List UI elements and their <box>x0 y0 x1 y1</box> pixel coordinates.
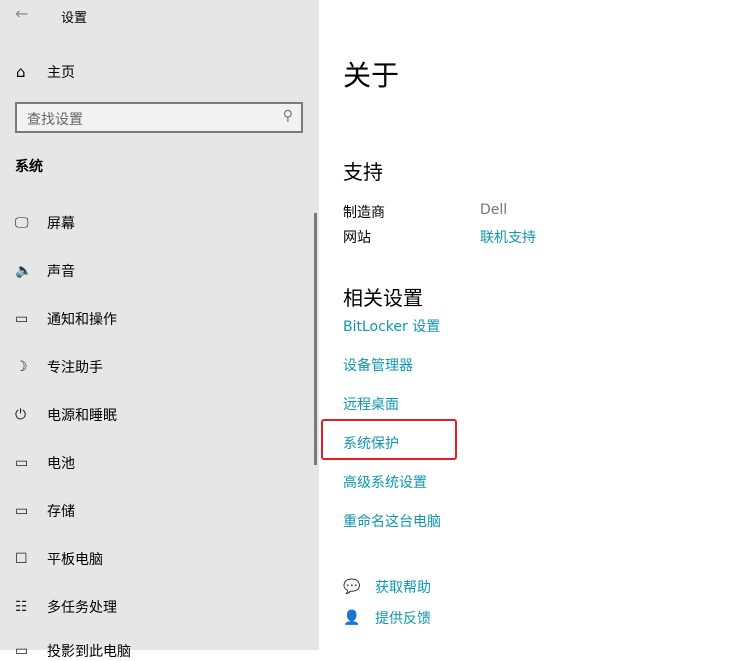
website-link[interactable]: 联机支持 <box>480 227 536 247</box>
power-icon: ⏻ <box>15 407 27 423</box>
search-input[interactable]: 查找设置 ⚲ <box>15 102 303 133</box>
section-heading: 系统 <box>15 159 43 175</box>
sidebar-item-multitasking[interactable]: ☷ 多任务处理 <box>15 597 117 617</box>
tablet-icon: ☐ <box>15 551 28 567</box>
label: 多任务处理 <box>47 600 117 616</box>
app-title: 设置 <box>61 11 88 26</box>
label: 提供反馈 <box>375 611 431 627</box>
display-icon: 🖵 <box>15 215 29 231</box>
sidebar-item-focus[interactable]: ☽ 专注助手 <box>15 357 103 377</box>
notification-icon: ▭ <box>15 311 29 327</box>
sidebar-item-sound[interactable]: 🔈 声音 <box>15 261 75 281</box>
sidebar-item-project[interactable]: ▭ 投影到此电脑 <box>15 641 131 661</box>
sidebar-item-display[interactable]: 🖵 屏幕 <box>15 213 75 233</box>
related-settings-heading: 相关设置 <box>343 286 423 310</box>
sidebar-item-power[interactable]: ⏻ 电源和睡眠 <box>15 405 117 425</box>
multitask-icon: ☷ <box>15 599 28 615</box>
label: 屏幕 <box>47 216 75 232</box>
sidebar-item-battery[interactable]: ▭ 电池 <box>15 453 75 473</box>
label: 存储 <box>47 504 75 520</box>
label: 获取帮助 <box>375 580 431 596</box>
label: 电池 <box>47 456 75 472</box>
sidebar: ← 设置 ⌂ 主页 查找设置 ⚲ 系统 🖵 屏幕 🔈 声音 ▭ 通知和操作 ☽ 专注助手… <box>0 0 319 660</box>
scrollbar[interactable] <box>314 213 317 465</box>
label: 平板电脑 <box>47 552 103 568</box>
get-help-link[interactable]: 💬 获取帮助 <box>343 577 431 597</box>
speaker-icon: 🔈 <box>15 263 33 279</box>
help-chat-icon: 💬 <box>343 579 361 595</box>
home-label: 主页 <box>47 65 75 81</box>
label: 电源和睡眠 <box>47 408 117 424</box>
back-arrow-icon[interactable]: ← <box>15 4 28 23</box>
label: 投影到此电脑 <box>47 644 131 660</box>
highlight-box <box>321 419 457 460</box>
search-icon[interactable]: ⚲ <box>283 108 293 124</box>
website-label: 网站 <box>343 230 371 246</box>
sidebar-item-storage[interactable]: ▭ 存储 <box>15 501 75 521</box>
manufacturer-label: 制造商 <box>343 205 385 221</box>
page-title: 关于 <box>343 59 400 92</box>
home-icon: ⌂ <box>16 63 26 81</box>
sidebar-item-home[interactable]: ⌂ 主页 <box>16 62 75 82</box>
label: 声音 <box>47 264 75 280</box>
bitlocker-link[interactable]: BitLocker 设置 <box>343 316 440 336</box>
device-manager-link[interactable]: 设备管理器 <box>343 355 413 375</box>
moon-icon: ☽ <box>15 359 28 375</box>
label: 专注助手 <box>47 360 103 376</box>
rename-pc-link[interactable]: 重命名这台电脑 <box>343 511 441 531</box>
search-placeholder: 查找设置 <box>27 112 83 128</box>
feedback-link[interactable]: 👤 提供反馈 <box>343 608 431 628</box>
sidebar-item-notifications[interactable]: ▭ 通知和操作 <box>15 309 117 329</box>
label: 通知和操作 <box>47 312 117 328</box>
project-icon: ▭ <box>15 643 29 659</box>
remote-desktop-link[interactable]: 远程桌面 <box>343 394 399 414</box>
manufacturer-value: Dell <box>480 202 508 218</box>
sidebar-item-tablet[interactable]: ☐ 平板电脑 <box>15 549 103 569</box>
battery-icon: ▭ <box>15 455 29 471</box>
feedback-person-icon: 👤 <box>343 610 361 626</box>
support-heading: 支持 <box>343 160 383 184</box>
advanced-system-settings-link[interactable]: 高级系统设置 <box>343 472 427 492</box>
storage-icon: ▭ <box>15 503 29 519</box>
